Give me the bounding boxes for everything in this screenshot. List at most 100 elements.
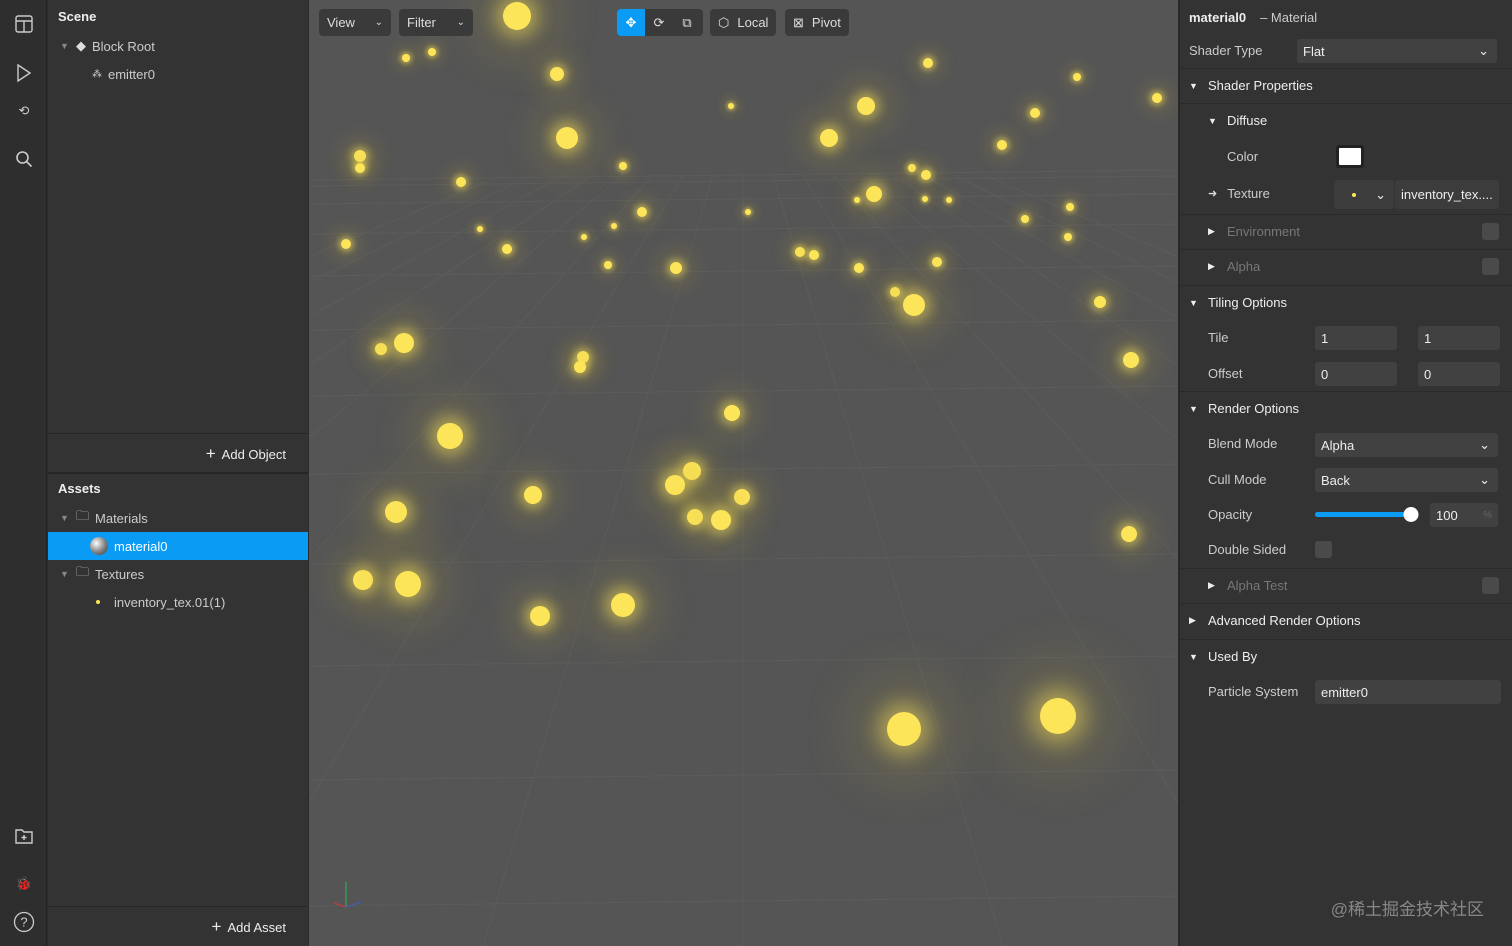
- slider-thumb[interactable]: [1403, 507, 1419, 522]
- add-object-button[interactable]: + Add Object: [206, 444, 286, 464]
- particle-emitter-icon: ⁂: [92, 68, 102, 80]
- left-panel: Scene ▼ ◆ Block Root ⁂ emitter0 + Add Obj…: [48, 0, 308, 946]
- folder-textures[interactable]: ▼ 🗀 Textures: [48, 560, 308, 588]
- alpha-test-checkbox[interactable]: [1482, 577, 1499, 594]
- offset-x-value: 0: [1321, 366, 1329, 382]
- advanced-render-section[interactable]: ▶ Advanced Render Options: [1180, 603, 1512, 638]
- particle: [428, 48, 436, 56]
- asset-texture[interactable]: inventory_tex.01(1): [48, 588, 308, 616]
- axis-gizmo: [333, 882, 362, 908]
- particle: [857, 97, 875, 115]
- particle: [437, 423, 463, 449]
- environment-checkbox[interactable]: [1482, 223, 1499, 240]
- rotate-tool-icon[interactable]: ⟳: [645, 15, 673, 31]
- particle: [385, 501, 407, 523]
- expand-arrow-icon[interactable]: ▼: [60, 569, 72, 579]
- opacity-input[interactable]: 100%: [1430, 503, 1498, 527]
- add-folder-icon[interactable]: [12, 824, 36, 848]
- particle: [524, 486, 542, 504]
- section-title: Advanced Render Options: [1208, 613, 1361, 628]
- expand-arrow-icon: ▶: [1208, 261, 1215, 271]
- opacity-slider[interactable]: [1315, 507, 1419, 522]
- play-icon[interactable]: [12, 61, 36, 85]
- collapse-arrow-icon: ▼: [1189, 80, 1198, 91]
- offset-x-input[interactable]: 0: [1315, 362, 1397, 386]
- link-arrow-icon[interactable]: ➜: [1208, 187, 1217, 200]
- particle: [1021, 215, 1029, 223]
- shader-type-label: Shader Type: [1189, 43, 1263, 58]
- used-by-section[interactable]: ▼ Used By: [1180, 639, 1512, 674]
- transform-tools: ✥ ⟳ ⧉: [617, 9, 703, 36]
- scale-tool-icon[interactable]: ⧉: [673, 15, 701, 31]
- particle: [820, 129, 838, 147]
- search-icon[interactable]: [12, 147, 36, 171]
- particle: [997, 140, 1007, 150]
- expand-arrow-icon[interactable]: ▼: [60, 513, 72, 523]
- particle: [581, 234, 587, 240]
- section-title: Render Options: [1208, 401, 1300, 416]
- material-sphere-icon: [90, 537, 108, 555]
- particle: [341, 239, 351, 249]
- shader-type-select[interactable]: Flat ⌄: [1297, 39, 1497, 63]
- particle: [637, 207, 647, 217]
- bug-icon[interactable]: 🐞: [12, 872, 36, 896]
- particle: [1123, 352, 1139, 368]
- double-sided-checkbox[interactable]: [1315, 541, 1332, 558]
- tile-y-input[interactable]: 1: [1418, 326, 1500, 350]
- local-toggle[interactable]: ⬡ Local: [710, 9, 777, 36]
- shader-properties-section[interactable]: ▼ Shader Properties: [1180, 68, 1512, 103]
- particle: [854, 197, 860, 203]
- color-swatch[interactable]: [1336, 145, 1364, 168]
- particle: [550, 67, 564, 81]
- help-icon[interactable]: ?: [12, 910, 36, 934]
- section-title: Tiling Options: [1208, 295, 1287, 310]
- icon-bar: ⟲ 🐞 ?: [0, 0, 47, 946]
- folder-materials[interactable]: ▼ 🗀 Materials: [48, 504, 308, 532]
- asset-material0[interactable]: material0: [48, 532, 308, 560]
- environment-section[interactable]: ▶ Environment: [1180, 214, 1512, 249]
- expand-arrow-icon[interactable]: ▼: [60, 41, 72, 51]
- particle: [711, 510, 731, 530]
- layout-icon[interactable]: [12, 12, 36, 36]
- texture-field[interactable]: inventory_tex....: [1395, 180, 1499, 209]
- particle: [1152, 93, 1162, 103]
- tree-item-block-root[interactable]: ▼ ◆ Block Root: [48, 32, 308, 60]
- collapse-arrow-icon: ▼: [1189, 403, 1198, 414]
- section-title: Alpha Test: [1227, 578, 1288, 593]
- particle-system-field[interactable]: emitter0: [1315, 680, 1501, 704]
- blend-mode-select[interactable]: Alpha ⌄: [1315, 433, 1498, 457]
- filter-label: Filter: [407, 15, 436, 30]
- filter-dropdown[interactable]: Filter ⌄: [399, 9, 473, 36]
- shader-type-value: Flat: [1303, 43, 1325, 59]
- render-options-section[interactable]: ▼ Render Options: [1180, 391, 1512, 426]
- offset-y-input[interactable]: 0: [1418, 362, 1500, 386]
- particle: [477, 226, 483, 232]
- move-tool-icon[interactable]: ✥: [617, 9, 645, 36]
- chevron-down-icon: ⌄: [1479, 472, 1490, 487]
- particle: [619, 162, 627, 170]
- alpha-section[interactable]: ▶ Alpha: [1180, 249, 1512, 284]
- alpha-test-section[interactable]: ▶ Alpha Test: [1180, 568, 1512, 603]
- diffuse-section[interactable]: ▼ Diffuse: [1180, 103, 1512, 138]
- chevron-down-icon: ⌄: [456, 17, 465, 28]
- particle: [908, 164, 916, 172]
- particle: [1064, 233, 1072, 241]
- scene-viewport[interactable]: View ⌄ Filter ⌄ ✥ ⟳ ⧉ ⬡ Local ⊠ Pivot: [309, 0, 1178, 946]
- particle: [670, 262, 682, 274]
- texture-picker[interactable]: ⌄: [1334, 180, 1394, 209]
- tiling-section[interactable]: ▼ Tiling Options: [1180, 285, 1512, 320]
- chevron-down-icon: ⌄: [374, 17, 383, 28]
- tile-x-input[interactable]: 1: [1315, 326, 1397, 350]
- scene-title: Scene: [58, 9, 97, 24]
- add-asset-button[interactable]: + Add Asset: [212, 917, 286, 937]
- tree-item-emitter0[interactable]: ⁂ emitter0: [48, 60, 308, 88]
- particle: [1066, 203, 1074, 211]
- section-title: Shader Properties: [1208, 78, 1313, 93]
- folder-icon: 🗀: [76, 508, 90, 523]
- cull-mode-select[interactable]: Back ⌄: [1315, 468, 1498, 492]
- alpha-checkbox[interactable]: [1482, 258, 1499, 275]
- tile-label: Tile: [1208, 330, 1229, 345]
- view-dropdown[interactable]: View ⌄: [319, 9, 391, 36]
- refresh-icon[interactable]: ⟲: [12, 99, 36, 123]
- pivot-toggle[interactable]: ⊠ Pivot: [785, 9, 849, 36]
